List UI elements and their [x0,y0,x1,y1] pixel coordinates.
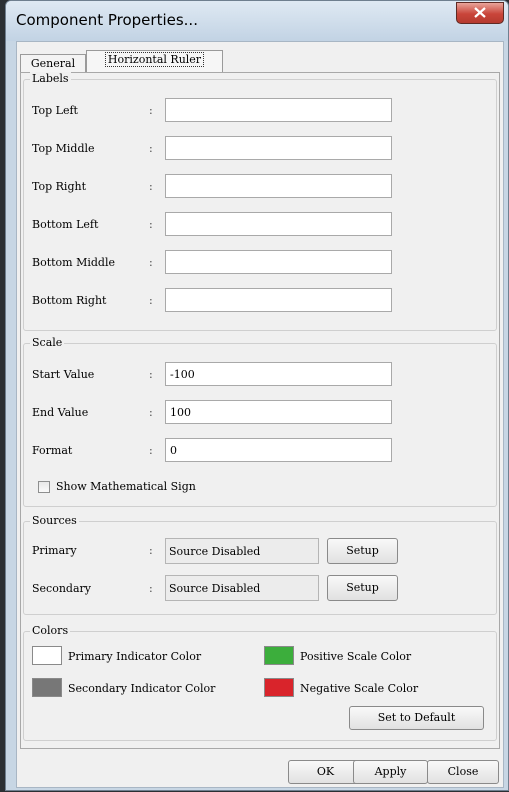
colors-group: Colors Primary Indicator Color Positive … [23,624,497,741]
separator-colon: : [149,444,153,457]
top-left-label: Top Left [32,104,78,117]
dialog-client-area: General Horizontal Ruler Labels Top Left… [16,41,504,788]
primary-source-value: Source Disabled [169,545,261,558]
start-value-value: -100 [170,368,195,381]
close-icon [474,7,486,18]
tab-panel: Labels Top Left : Top Middle : Top Right… [20,72,500,749]
separator-colon: : [149,256,153,269]
close-button[interactable]: Close [427,760,499,784]
top-middle-label: Top Middle [32,142,95,155]
separator-colon: : [149,104,153,117]
scale-group: Scale Start Value : -100 End Value : 100… [23,336,497,507]
secondary-indicator-swatch[interactable] [32,678,62,697]
scale-group-title: Scale [30,336,65,349]
dialog-window: Component Properties... General Horizont… [5,0,509,791]
show-sign-checkbox[interactable] [38,481,50,493]
end-value-value: 100 [170,406,191,419]
separator-colon: : [149,180,153,193]
negative-scale-label: Negative Scale Color [300,682,419,695]
primary-source-label: Primary [32,544,77,557]
labels-group: Labels Top Left : Top Middle : Top Right… [23,72,497,331]
start-value-label: Start Value [32,368,95,381]
tab-label-horizontal-ruler: Horizontal Ruler [104,52,205,67]
ok-button[interactable]: OK [288,760,363,784]
start-value-input[interactable]: -100 [165,362,392,386]
format-value: 0 [170,444,177,457]
end-value-input[interactable]: 100 [165,400,392,424]
separator-colon: : [149,294,153,307]
format-input[interactable]: 0 [165,438,392,462]
labels-group-title: Labels [30,72,71,85]
apply-button[interactable]: Apply [353,760,428,784]
bottom-right-input[interactable] [165,288,392,312]
bottom-left-input[interactable] [165,212,392,236]
sources-group-title: Sources [30,514,79,527]
secondary-setup-button[interactable]: Setup [327,575,398,601]
negative-scale-swatch[interactable] [264,678,294,697]
close-window-button[interactable] [456,2,504,24]
primary-source-field: Source Disabled [165,538,319,564]
separator-colon: : [149,544,153,557]
primary-indicator-swatch[interactable] [32,646,62,665]
positive-scale-label: Positive Scale Color [300,650,412,663]
bottom-middle-label: Bottom Middle [32,256,115,269]
end-value-label: End Value [32,406,89,419]
separator-colon: : [149,142,153,155]
sources-group: Sources Primary : Source Disabled Setup … [23,514,497,615]
secondary-source-label: Secondary [32,582,91,595]
secondary-source-field: Source Disabled [165,575,319,601]
show-sign-label[interactable]: Show Mathematical Sign [56,480,196,493]
format-label: Format [32,444,73,457]
tab-general[interactable]: General [20,54,86,73]
primary-setup-button[interactable]: Setup [327,538,398,564]
top-left-input[interactable] [165,98,392,122]
colors-group-title: Colors [30,624,71,637]
bottom-left-label: Bottom Left [32,218,99,231]
secondary-indicator-label: Secondary Indicator Color [68,682,216,695]
top-middle-input[interactable] [165,136,392,160]
set-to-default-button[interactable]: Set to Default [349,706,484,730]
title-bar[interactable]: Component Properties... [6,1,508,41]
bottom-middle-input[interactable] [165,250,392,274]
top-right-label: Top Right [32,180,86,193]
separator-colon: : [149,406,153,419]
primary-indicator-label: Primary Indicator Color [68,650,202,663]
separator-colon: : [149,218,153,231]
positive-scale-swatch[interactable] [264,646,294,665]
secondary-source-value: Source Disabled [169,582,261,595]
separator-colon: : [149,582,153,595]
top-right-input[interactable] [165,174,392,198]
bottom-right-label: Bottom Right [32,294,107,307]
window-title: Component Properties... [16,11,198,29]
tab-horizontal-ruler[interactable]: Horizontal Ruler [86,50,223,73]
separator-colon: : [149,368,153,381]
